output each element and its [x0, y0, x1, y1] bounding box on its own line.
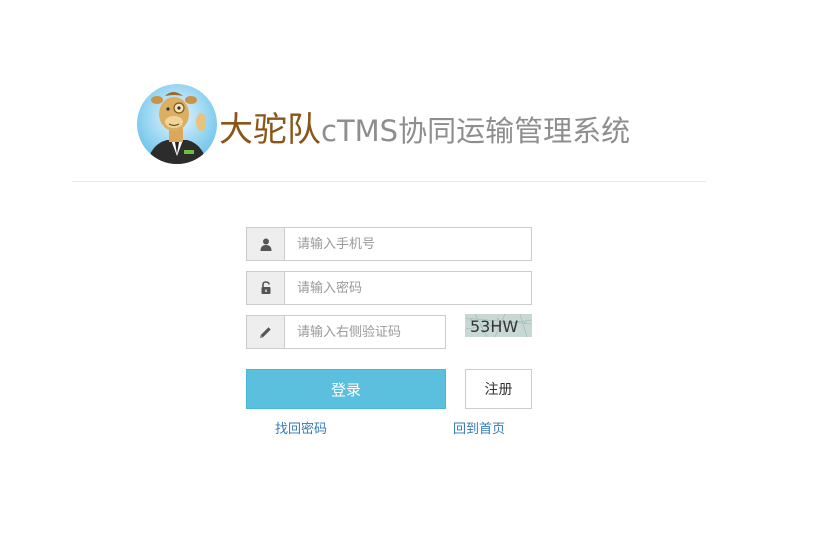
password-input[interactable]: [284, 271, 532, 305]
pencil-icon: [246, 315, 284, 349]
login-page: 大驼队cTMS协同运输管理系统 请输入手机号 请输入右侧验证码 53HW 登录 …: [0, 0, 820, 534]
captcha-input[interactable]: [284, 315, 446, 349]
brand-title: 大驼队cTMS协同运输管理系统: [219, 102, 631, 150]
captcha-text: 53HW: [470, 317, 518, 336]
password-input-group: [246, 271, 532, 305]
brand-subtitle: cTMS协同运输管理系统: [321, 114, 631, 148]
phone-input-group: [246, 227, 532, 261]
header-divider: [72, 181, 706, 182]
login-button[interactable]: 登录: [246, 369, 446, 409]
unlock-icon: [246, 271, 284, 305]
register-button[interactable]: 注册: [465, 369, 532, 409]
back-home-link[interactable]: 回到首页: [453, 418, 505, 437]
camel-logo: [137, 84, 217, 164]
phone-input[interactable]: [284, 227, 532, 261]
forgot-password-link[interactable]: 找回密码: [275, 418, 327, 437]
brand-name: 大驼队: [219, 110, 321, 150]
captcha-input-group: [246, 315, 446, 349]
user-icon: [246, 227, 284, 261]
captcha-image[interactable]: 53HW: [465, 314, 532, 337]
